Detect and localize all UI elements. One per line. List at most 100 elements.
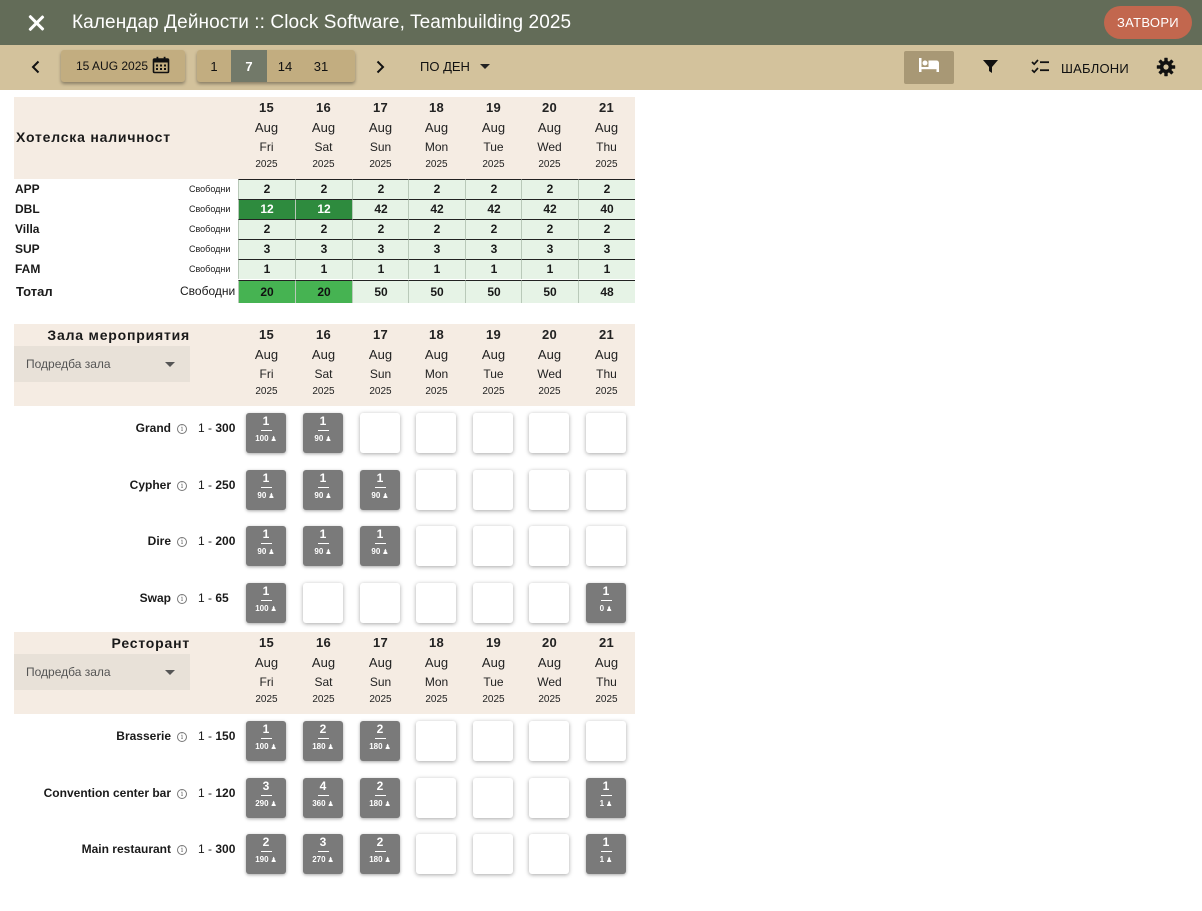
- availability-total-cell[interactable]: 20: [295, 280, 352, 303]
- booking-slot[interactable]: 1 90 ♟: [246, 469, 286, 510]
- empty-slot[interactable]: [529, 413, 569, 453]
- booking-slot[interactable]: 1 1 ♟: [586, 777, 626, 818]
- booking-slot[interactable]: 1 90 ♟: [303, 526, 343, 567]
- layout-select[interactable]: Подредба зала: [14, 654, 190, 690]
- empty-slot[interactable]: [360, 583, 400, 624]
- booking-slot[interactable]: 1 100 ♟: [246, 583, 286, 624]
- availability-total-cell[interactable]: 50: [521, 280, 578, 303]
- availability-cell[interactable]: 3: [295, 239, 352, 259]
- availability-cell[interactable]: 2: [352, 219, 409, 239]
- booking-slot[interactable]: 3 270 ♟: [303, 834, 343, 875]
- empty-slot[interactable]: [303, 583, 343, 624]
- availability-cell[interactable]: 2: [295, 219, 352, 239]
- empty-slot[interactable]: [416, 469, 456, 510]
- view-mode-dropdown[interactable]: ПО ДЕН: [420, 59, 490, 74]
- empty-slot[interactable]: [473, 777, 513, 818]
- empty-slot[interactable]: [529, 777, 569, 818]
- empty-slot[interactable]: [473, 834, 513, 875]
- availability-cell[interactable]: 1: [408, 259, 465, 279]
- availability-cell[interactable]: 42: [465, 199, 522, 219]
- empty-slot[interactable]: [529, 721, 569, 761]
- availability-cell[interactable]: 2: [465, 179, 522, 199]
- availability-cell[interactable]: 2: [521, 219, 578, 239]
- availability-cell[interactable]: 2: [408, 219, 465, 239]
- empty-slot[interactable]: [360, 413, 400, 453]
- availability-cell[interactable]: 2: [238, 219, 295, 239]
- close-icon[interactable]: [25, 12, 47, 34]
- booking-slot[interactable]: 2 180 ♟: [360, 834, 400, 875]
- availability-cell[interactable]: 1: [521, 259, 578, 279]
- availability-cell[interactable]: 1: [465, 259, 522, 279]
- availability-total-cell[interactable]: 20: [238, 280, 295, 303]
- booking-slot[interactable]: 4 360 ♟: [303, 777, 343, 818]
- availability-cell[interactable]: 3: [465, 239, 522, 259]
- booking-slot[interactable]: 2 190 ♟: [246, 834, 286, 875]
- range-7-button[interactable]: 7: [231, 50, 267, 82]
- chevron-right-icon[interactable]: [372, 59, 388, 75]
- range-1-button[interactable]: 1: [197, 50, 231, 82]
- booking-slot[interactable]: 2 180 ♟: [303, 721, 343, 761]
- availability-cell[interactable]: 3: [352, 239, 409, 259]
- info-icon[interactable]: i: [177, 537, 187, 548]
- empty-slot[interactable]: [586, 526, 626, 567]
- info-icon[interactable]: i: [177, 480, 187, 491]
- empty-slot[interactable]: [416, 583, 456, 624]
- booking-slot[interactable]: 2 180 ♟: [360, 721, 400, 761]
- info-icon[interactable]: i: [177, 845, 187, 856]
- booking-slot[interactable]: 3 290 ♟: [246, 777, 286, 818]
- chevron-left-icon[interactable]: [28, 59, 44, 75]
- availability-cell[interactable]: 3: [408, 239, 465, 259]
- empty-slot[interactable]: [473, 526, 513, 567]
- empty-slot[interactable]: [529, 583, 569, 624]
- empty-slot[interactable]: [529, 469, 569, 510]
- availability-total-cell[interactable]: 50: [352, 280, 409, 303]
- info-icon[interactable]: i: [177, 424, 187, 434]
- availability-cell[interactable]: 12: [295, 199, 352, 219]
- empty-slot[interactable]: [473, 721, 513, 761]
- empty-slot[interactable]: [586, 413, 626, 453]
- availability-cell[interactable]: 2: [578, 219, 635, 239]
- info-icon[interactable]: i: [177, 594, 187, 605]
- availability-cell[interactable]: 2: [295, 179, 352, 199]
- availability-cell[interactable]: 3: [238, 239, 295, 259]
- info-icon[interactable]: i: [177, 732, 187, 742]
- availability-cell[interactable]: 2: [352, 179, 409, 199]
- empty-slot[interactable]: [416, 721, 456, 761]
- availability-cell[interactable]: 1: [295, 259, 352, 279]
- booking-slot[interactable]: 1 90 ♟: [303, 413, 343, 453]
- range-31-button[interactable]: 31: [303, 50, 339, 82]
- booking-slot[interactable]: 1 100 ♟: [246, 721, 286, 761]
- booking-slot[interactable]: 1 90 ♟: [303, 469, 343, 510]
- booking-slot[interactable]: 1 90 ♟: [360, 469, 400, 510]
- info-icon[interactable]: i: [177, 788, 187, 799]
- empty-slot[interactable]: [529, 526, 569, 567]
- booking-slot[interactable]: 2 180 ♟: [360, 777, 400, 818]
- availability-cell[interactable]: 2: [408, 179, 465, 199]
- empty-slot[interactable]: [416, 413, 456, 453]
- date-picker-button[interactable]: 15 AUG 2025: [61, 50, 185, 82]
- availability-cell[interactable]: 1: [352, 259, 409, 279]
- booking-slot[interactable]: 1 90 ♟: [246, 526, 286, 567]
- empty-slot[interactable]: [416, 834, 456, 875]
- booking-slot[interactable]: 1 90 ♟: [360, 526, 400, 567]
- empty-slot[interactable]: [586, 469, 626, 510]
- filter-icon[interactable]: [982, 58, 999, 80]
- availability-total-cell[interactable]: 48: [578, 280, 635, 303]
- availability-cell[interactable]: 42: [352, 199, 409, 219]
- empty-slot[interactable]: [473, 413, 513, 453]
- bed-button[interactable]: [904, 51, 954, 84]
- availability-cell[interactable]: 2: [578, 179, 635, 199]
- availability-cell[interactable]: 42: [521, 199, 578, 219]
- availability-cell[interactable]: 2: [238, 179, 295, 199]
- availability-cell[interactable]: 42: [408, 199, 465, 219]
- booking-slot[interactable]: 1 100 ♟: [246, 413, 286, 453]
- availability-cell[interactable]: 12: [238, 199, 295, 219]
- availability-total-cell[interactable]: 50: [408, 280, 465, 303]
- empty-slot[interactable]: [416, 777, 456, 818]
- gear-icon[interactable]: [1156, 57, 1176, 82]
- availability-cell[interactable]: 2: [465, 219, 522, 239]
- empty-slot[interactable]: [473, 469, 513, 510]
- layout-select[interactable]: Подредба зала: [14, 346, 190, 382]
- range-14-button[interactable]: 14: [267, 50, 303, 82]
- empty-slot[interactable]: [529, 834, 569, 875]
